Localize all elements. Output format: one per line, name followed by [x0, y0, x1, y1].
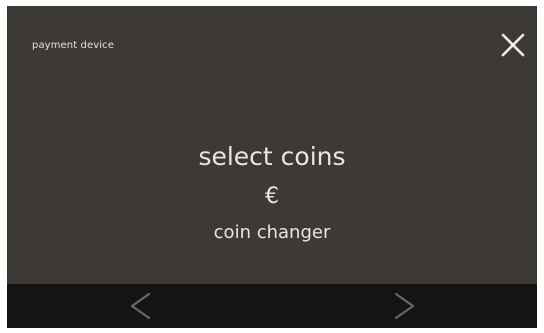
device-name: coin changer [213, 222, 331, 243]
navigation-bar [7, 284, 537, 328]
selection-info: select coins € coin changer [7, 140, 537, 246]
close-button[interactable] [497, 29, 529, 61]
currency-symbol: € [265, 184, 279, 209]
selection-heading: select coins [198, 142, 346, 171]
chevron-left-icon [130, 292, 150, 320]
previous-button[interactable] [7, 284, 272, 328]
screen-title: payment device [32, 40, 114, 51]
next-button[interactable] [272, 284, 537, 328]
chevron-right-icon [394, 292, 414, 320]
close-icon [501, 33, 525, 57]
device-screen: payment device select coins € coin chang… [7, 6, 537, 328]
